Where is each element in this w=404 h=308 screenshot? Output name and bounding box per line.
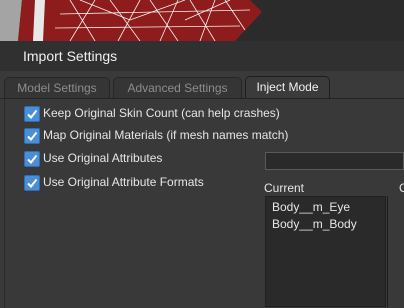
- list-item[interactable]: Body__m_Eye: [272, 200, 350, 214]
- keep-original-skin-count-checkbox[interactable]: [24, 106, 40, 122]
- filter-input[interactable]: [265, 152, 404, 170]
- tab-label: Model Settings: [17, 81, 97, 95]
- use-original-attribute-formats-checkbox[interactable]: [24, 175, 40, 191]
- list-item[interactable]: Body__m_Body: [272, 217, 357, 231]
- option-label: Map Original Materials (if mesh names ma…: [43, 128, 289, 142]
- checkmark-icon: [27, 178, 38, 189]
- panel-divider: [4, 99, 5, 308]
- tab-label: Inject Mode: [256, 80, 319, 94]
- dialog-title: Import Settings: [23, 48, 118, 64]
- tab-label: Advanced Settings: [127, 81, 228, 95]
- option-label: Use Original Attribute Formats: [43, 175, 204, 189]
- tab-advanced-settings[interactable]: Advanced Settings: [113, 77, 242, 98]
- import-settings-header: Import Settings: [0, 41, 404, 72]
- column-divider: [387, 196, 388, 307]
- checkmark-icon: [27, 109, 38, 120]
- checkmark-icon: [27, 131, 38, 142]
- option-label: Use Original Attributes: [43, 151, 163, 165]
- mesh-wireframe-preview: [0, 0, 404, 41]
- map-original-materials-checkbox[interactable]: [24, 128, 40, 144]
- current-material-list[interactable]: Body__m_Eye Body__m_Body: [265, 196, 386, 307]
- tab-inject-mode[interactable]: Inject Mode: [245, 76, 330, 98]
- current-list-label: Current: [264, 181, 305, 195]
- checkmark-icon: [27, 154, 38, 165]
- model-preview-viewport[interactable]: [0, 0, 404, 41]
- right-column-label: C: [399, 181, 404, 195]
- option-label: Keep Original Skin Count (can help crash…: [43, 106, 280, 120]
- settings-tabs: Model Settings Advanced Settings Inject …: [0, 71, 404, 98]
- use-original-attributes-checkbox[interactable]: [24, 151, 40, 167]
- tab-model-settings[interactable]: Model Settings: [4, 77, 110, 98]
